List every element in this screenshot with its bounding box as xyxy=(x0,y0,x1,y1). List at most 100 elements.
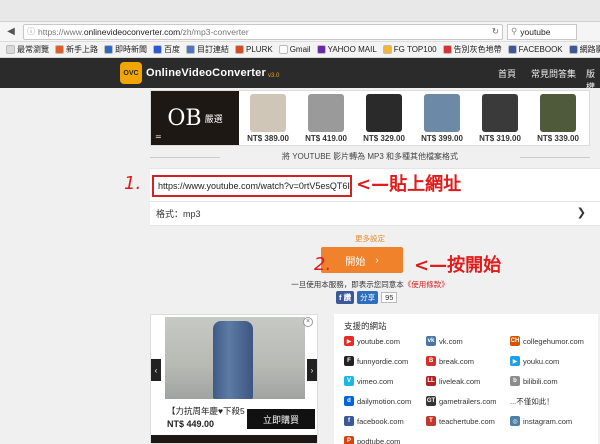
start-button[interactable]: 開始 › xyxy=(321,247,403,273)
video-url-input[interactable]: https://www.youtube.com/watch?v=0rtV5esQ… xyxy=(152,175,352,197)
supported-site-name: instagram.com xyxy=(523,416,573,426)
brand-name: OB xyxy=(167,105,202,131)
supported-site-item[interactable]: GT gametrailers.com xyxy=(426,396,497,406)
instagram-icon: ◎ xyxy=(510,416,520,426)
bookmark-label: 網路影視 xyxy=(579,45,600,54)
site-logo[interactable]: OVC OnlineVideoConverter v3.0 xyxy=(120,62,279,84)
share-button[interactable]: 分享 xyxy=(357,291,379,304)
nav-home[interactable]: 首頁 xyxy=(498,67,516,80)
podtube-icon: P xyxy=(344,436,354,444)
bilibili-icon: b xyxy=(510,376,520,386)
product-ad[interactable]: × ‹ › 【力抗周年慶♥下殺5 NT$ 449.00 立即購買 xyxy=(150,314,318,444)
bookmark-label: 最常瀏覽 xyxy=(17,45,49,54)
bookmark-item[interactable]: 目訂連結 xyxy=(186,44,229,55)
reload-icon[interactable]: ↻ xyxy=(492,26,499,37)
brand-logo[interactable]: OB 嚴選 = xyxy=(151,91,239,145)
facebook-like-button[interactable]: f 讚 xyxy=(336,291,355,304)
supported-site-item[interactable]: vk vk.com xyxy=(426,336,463,346)
banner-product[interactable]: NT$ 319.00 xyxy=(471,91,529,145)
banner-product[interactable]: NT$ 399.00 xyxy=(413,91,471,145)
supported-site-item[interactable]: Vvimeo.com xyxy=(344,376,393,386)
annotation-step-2: 2. xyxy=(314,254,332,275)
browser-toolbar: ◀ ⓘ https://www. onlinevideoconverter.com… xyxy=(0,22,600,42)
page-headline: 將 YOUTUBE 影片轉為 MP3 和多種其他檔案格式 xyxy=(150,151,590,162)
chevron-down-icon[interactable]: ❯ xyxy=(577,206,586,219)
bookmarks-bar: 最常瀏覽 新手上路 即時新聞 百度 目訂連結 PLURK Gmail YAHOO MAIL FG… xyxy=(0,42,600,58)
bookmark-label: 即時新聞 xyxy=(115,45,147,54)
headline-text: 將 YOUTUBE 影片轉為 MP3 和多種其他檔案格式 xyxy=(281,152,458,161)
bookmark-label: 告別灰色地帶 xyxy=(453,45,502,54)
bookmark-item[interactable]: 告別灰色地帶 xyxy=(442,44,502,55)
supported-sites-panel: 支援的網站 ▶ youtube.com vk vk.com CH collegehumor… xyxy=(334,314,598,444)
logo-version: v3.0 xyxy=(267,73,280,79)
bookmark-label: YAHOO MAIL xyxy=(327,45,377,54)
banner-ad[interactable]: OB 嚴選 = NT$ 389.00 NT$ 419.00 NT$ 329.00 NT… xyxy=(150,90,590,146)
bookmark-item[interactable]: 網路影視 xyxy=(568,44,600,55)
info-icon[interactable]: ⓘ xyxy=(27,26,35,37)
browser-tab-strip xyxy=(0,0,600,22)
bookmark-item[interactable]: 新手上路 xyxy=(55,44,98,55)
bookmark-item[interactable]: YAHOO MAIL xyxy=(316,45,377,54)
bookmark-item[interactable]: FACEBOOK xyxy=(507,45,563,54)
supported-site-item[interactable]: d dailymotion.com xyxy=(344,396,411,406)
supported-site-item[interactable]: Bbreak.com xyxy=(426,356,474,366)
supported-site-item[interactable]: Tteachertube.com xyxy=(426,416,495,426)
supported-site-item[interactable]: Ppodtube.com xyxy=(344,436,400,444)
supported-site-item[interactable]: b bilibili.com xyxy=(510,376,558,386)
more-settings-link[interactable]: 更多設定 xyxy=(150,233,590,244)
liveleak-icon: LL xyxy=(426,376,436,386)
nav-faq[interactable]: 常見問答集 xyxy=(531,67,576,80)
bookmark-item[interactable]: Gmail xyxy=(278,45,311,54)
collegehumor-icon: CH xyxy=(510,336,520,346)
funnyordie-icon: F xyxy=(344,356,354,366)
supported-site-name: vk.com xyxy=(439,336,463,346)
chevron-right-icon[interactable]: › xyxy=(307,359,317,381)
banner-product[interactable]: NT$ 419.00 xyxy=(297,91,355,145)
banner-product[interactable]: NT$ 339.00 xyxy=(529,91,587,145)
format-label: 格式： xyxy=(156,209,184,219)
jeans-image xyxy=(213,321,253,399)
supported-site-item[interactable]: LL liveleak.com xyxy=(426,376,480,386)
url-path: /zh/mp3-converter xyxy=(180,26,249,37)
bookmark-item[interactable]: 即時新聞 xyxy=(104,44,147,55)
banner-product[interactable]: NT$ 329.00 xyxy=(355,91,413,145)
bookmark-item[interactable]: 百度 xyxy=(153,44,180,55)
vk-icon: vk xyxy=(426,336,436,346)
supported-site-item[interactable]: ▶ youku.com xyxy=(510,356,559,366)
bookmark-icon xyxy=(153,45,162,54)
terms-link[interactable]: 《使用條款》 xyxy=(404,280,449,289)
bookmark-item[interactable]: PLURK xyxy=(235,45,273,54)
buy-now-button[interactable]: 立即購買 xyxy=(247,409,315,429)
page-body: OB 嚴選 = NT$ 389.00 NT$ 419.00 NT$ 329.00 NT… xyxy=(0,88,600,444)
supported-site-item[interactable]: ◎ instagram.com xyxy=(510,416,572,426)
browser-search-box[interactable]: ⚲ youtube xyxy=(507,23,577,40)
supported-site-item[interactable]: ▶ youtube.com xyxy=(344,336,400,346)
close-icon[interactable]: × xyxy=(303,317,313,327)
bookmark-item[interactable]: FG TOP100 xyxy=(382,45,437,54)
format-select[interactable]: 格式： mp3 ❯ xyxy=(150,202,600,226)
address-bar[interactable]: ⓘ https://www. onlinevideoconverter.com/z… xyxy=(23,23,503,40)
bookmark-label: 目訂連結 xyxy=(197,45,229,54)
bookmark-icon xyxy=(382,45,392,54)
chevron-left-icon[interactable]: ‹ xyxy=(151,359,161,381)
teachertube-icon: T xyxy=(426,416,436,426)
annotation-paste-url: <—貼上網址 xyxy=(356,174,462,195)
supported-site-name: bilibili.com xyxy=(523,376,558,386)
url-host: onlinevideoconverter.com xyxy=(83,26,181,37)
supported-site-name: dailymotion.com xyxy=(357,396,412,406)
ad-price: NT$ 449.00 xyxy=(167,419,215,429)
back-icon[interactable]: ◀ xyxy=(3,24,19,40)
bookmark-icon xyxy=(6,45,15,54)
banner-product[interactable]: NT$ 389.00 xyxy=(239,91,297,145)
bookmark-label: 百度 xyxy=(164,45,180,54)
supported-site-item[interactable]: CH collegehumor.com xyxy=(510,336,584,346)
supported-site-item[interactable]: Ffunnyordie.com xyxy=(344,356,408,366)
bookmark-label: 新手上路 xyxy=(66,45,98,54)
bookmark-item[interactable]: 最常瀏覽 xyxy=(6,44,49,55)
supported-site-item[interactable]: f facebook.com xyxy=(344,416,404,426)
bookmark-label: PLURK xyxy=(246,45,273,54)
product-price: NT$ 329.00 xyxy=(363,134,405,143)
supported-site-name: funnyordie.com xyxy=(357,356,409,366)
bookmark-label: FG TOP100 xyxy=(393,45,437,54)
supported-site-name: gametrailers.com xyxy=(439,396,497,406)
